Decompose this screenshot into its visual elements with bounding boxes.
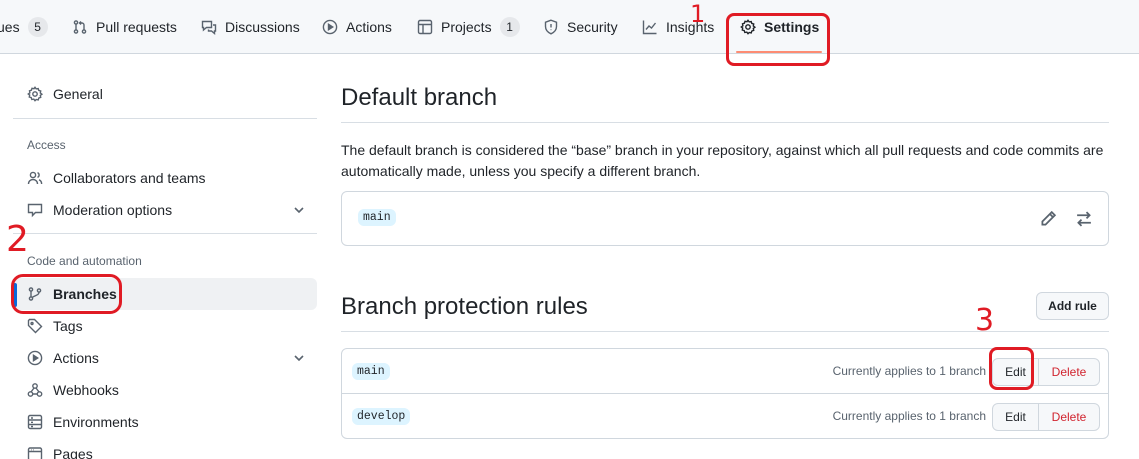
tab-pull-requests[interactable]: Pull requests <box>72 0 177 54</box>
discussions-icon <box>201 20 217 35</box>
people-icon <box>27 171 43 185</box>
server-icon <box>27 414 43 430</box>
sidebar-item-label: General <box>53 86 103 102</box>
sidebar-item-label: Moderation options <box>53 202 173 218</box>
tab-label: Pull requests <box>96 19 177 35</box>
annotation-step-2: 2 <box>6 219 29 260</box>
default-branch-name: main <box>358 209 396 226</box>
sidebar-heading-access: Access <box>27 138 66 152</box>
sidebar-item-tags[interactable]: Tags <box>13 310 317 342</box>
annotation-step-3: 3 <box>975 303 995 338</box>
annotation-box-edit <box>989 347 1034 390</box>
issues-counter: 5 <box>27 17 48 37</box>
heading-divider <box>341 122 1109 123</box>
edit-rule-button[interactable]: Edit <box>993 404 1039 430</box>
arrow-switch-icon[interactable] <box>1074 209 1094 229</box>
sidebar-heading-code: Code and automation <box>27 254 142 268</box>
tab-label: ues <box>0 19 20 35</box>
shield-icon <box>544 19 558 35</box>
tab-discussions[interactable]: Discussions <box>201 0 300 54</box>
tab-actions[interactable]: Actions <box>322 0 392 54</box>
chevron-down-icon <box>294 207 304 214</box>
tab-issues[interactable]: ues 5 <box>0 0 48 54</box>
delete-rule-button[interactable]: Delete <box>1039 404 1099 430</box>
pull-request-icon <box>73 20 87 34</box>
tab-label: Security <box>567 19 618 35</box>
tab-label: Projects <box>441 19 492 35</box>
delete-rule-button[interactable]: Delete <box>1039 359 1099 385</box>
tab-security[interactable]: Security <box>543 0 618 54</box>
rule-applies-text: Currently applies to 1 branch <box>832 409 986 423</box>
table-icon <box>417 19 433 35</box>
sidebar-item-label: Environments <box>53 414 139 430</box>
play-icon <box>27 350 43 366</box>
sidebar-item-label: Collaborators and teams <box>53 170 206 186</box>
sidebar-divider <box>13 118 317 119</box>
sidebar-item-environments[interactable]: Environments <box>13 406 317 438</box>
branch-protection-heading: Branch protection rules <box>341 293 588 320</box>
annotation-step-1: 1 <box>690 0 706 28</box>
tab-label: Discussions <box>225 19 300 35</box>
gear-icon <box>27 86 43 102</box>
comment-discussion-icon <box>27 203 43 218</box>
annotation-box-settings <box>726 13 830 66</box>
sidebar-item-label: Tags <box>53 318 83 334</box>
default-branch-description: The default branch is considered the “ba… <box>341 142 1104 179</box>
tab-projects[interactable]: Projects 1 <box>417 0 520 54</box>
default-branch-heading: Default branch <box>341 84 498 111</box>
default-branch-box: main <box>341 191 1109 246</box>
sidebar-item-pages[interactable]: Pages <box>13 438 317 459</box>
browser-icon <box>27 447 43 459</box>
rule-branch-name: develop <box>352 408 411 425</box>
tag-icon <box>27 318 43 334</box>
rule-applies-text: Currently applies to 1 branch <box>832 364 986 378</box>
sidebar-item-moderation[interactable]: Moderation options <box>13 194 317 226</box>
sidebar-divider <box>13 233 317 234</box>
tab-label: Actions <box>346 19 392 35</box>
play-icon <box>322 19 338 35</box>
sidebar-item-general[interactable]: General <box>13 78 317 110</box>
graph-icon <box>642 20 657 35</box>
repo-nav: ues 5 Pull requests Discussions Actions … <box>0 0 1139 54</box>
chevron-down-icon <box>294 355 304 362</box>
annotation-box-branches <box>11 274 122 314</box>
webhook-icon <box>27 383 43 397</box>
sidebar-item-label: Pages <box>53 446 93 459</box>
sidebar-item-actions[interactable]: Actions <box>13 342 317 374</box>
add-rule-button[interactable]: Add rule <box>1036 292 1109 320</box>
rule-branch-name: main <box>352 363 390 380</box>
sidebar-item-collaborators[interactable]: Collaborators and teams <box>13 162 317 194</box>
pencil-icon[interactable] <box>1038 209 1058 229</box>
projects-counter: 1 <box>499 17 520 37</box>
sidebar-item-label: Webhooks <box>53 382 119 398</box>
rule-row: develop Currently applies to 1 branch Ed… <box>342 394 1108 439</box>
sidebar-item-label: Actions <box>53 350 99 366</box>
rule-actions: Edit Delete <box>992 403 1100 431</box>
sidebar-item-webhooks[interactable]: Webhooks <box>13 374 317 406</box>
